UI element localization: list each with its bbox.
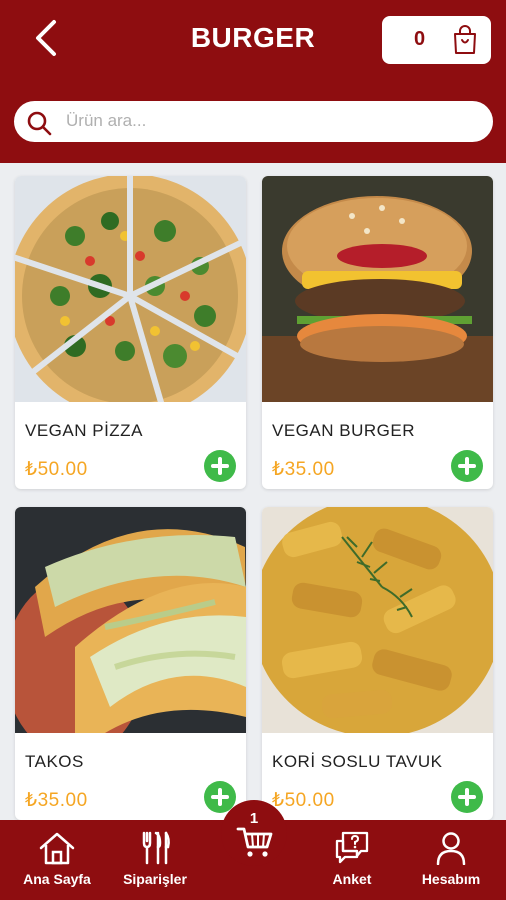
add-to-cart-button[interactable] [451,450,483,482]
product-card[interactable]: VEGAN PİZZA ₺50.00 [15,176,246,489]
product-name: VEGAN PİZZA [25,421,143,440]
shopping-cart-icon [236,827,273,857]
product-price: ₺50.00 [272,790,335,811]
nav-account[interactable]: Hesabım [406,820,496,900]
product-image-takos [15,507,246,733]
nav-survey-label: Anket [332,871,372,887]
product-image-vegan-burger [262,176,493,402]
app-header: BURGER 0 [0,0,506,163]
product-card[interactable]: VEGAN BURGER ₺35.00 [262,176,493,489]
add-to-cart-button[interactable] [204,450,236,482]
product-name: VEGAN BURGER [272,421,415,440]
search-input[interactable] [66,107,466,135]
center-cart-button[interactable]: 1 [221,800,287,866]
cart-badge: 1 [249,810,259,827]
cart-button[interactable]: 0 [382,16,491,64]
shopping-bag-icon [454,25,476,54]
nav-account-label: Hesabım [421,871,481,887]
nav-survey[interactable]: Anket [312,820,392,900]
product-price: ₺35.00 [25,790,88,811]
cart-count: 0 [414,28,426,50]
question-chat-icon [335,831,369,864]
add-to-cart-button[interactable] [451,781,483,813]
product-name: KORİ SOSLU TAVUK [272,752,443,771]
search-icon [27,111,52,136]
product-card[interactable]: KORİ SOSLU TAVUK ₺50.00 [262,507,493,820]
nav-home-label: Ana Sayfa [23,871,91,887]
product-image-kori-soslu-tavuk [262,507,493,733]
product-price: ₺35.00 [272,459,335,480]
product-price: ₺50.00 [25,459,88,480]
product-name: TAKOS [25,752,84,771]
search-bar [14,101,493,142]
home-icon [39,832,75,865]
nav-orders[interactable]: Siparişler [110,820,200,900]
product-image-vegan-pizza [15,176,246,402]
nav-orders-label: Siparişler [123,871,187,887]
product-card[interactable]: TAKOS ₺35.00 [15,507,246,820]
user-icon [436,832,466,865]
nav-home[interactable]: Ana Sayfa [10,820,104,900]
cutlery-icon [142,831,170,865]
